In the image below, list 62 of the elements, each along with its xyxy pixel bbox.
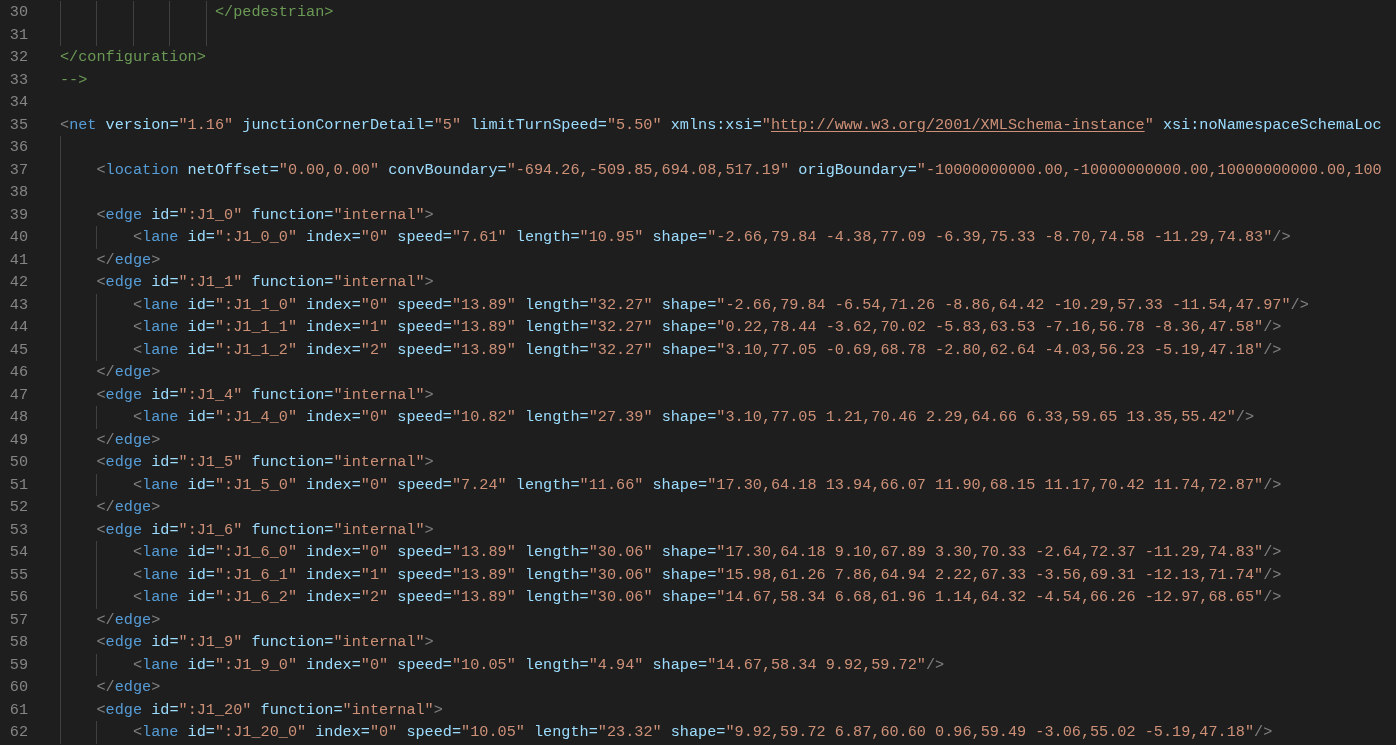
line-number: 62 bbox=[8, 722, 28, 743]
line-number: 55 bbox=[8, 564, 28, 586]
line-number: 52 bbox=[8, 497, 28, 518]
code-line: </edge> bbox=[96, 609, 161, 631]
line-number: 42 bbox=[8, 272, 28, 293]
line-number: 41 bbox=[8, 249, 28, 271]
line-number: 61 bbox=[8, 699, 28, 721]
line-number: 56 bbox=[8, 587, 28, 608]
code-line: <edge id=":J1_4" function="internal"> bbox=[96, 384, 434, 406]
line-number: 32 bbox=[8, 47, 28, 68]
code-line: <lane id=":J1_9_0" index="0" speed="10.05" length="4.94" shape="14.67,58.34 9.92,59.72"/> bbox=[132, 654, 945, 676]
line-number: 58 bbox=[8, 632, 28, 653]
code-line: <lane id=":J1_5_0" index="0" speed="7.24" length="11.66" shape="17.30,64.18 13.94,66.07 11.90,68.15 11.17,70.42 11.74,72.87"/> bbox=[132, 474, 1282, 496]
line-number: 50 bbox=[8, 452, 28, 473]
code-line: <lane id=":J1_1_2" index="2" speed="13.89" length="32.27" shape="3.10,77.05 -0.69,68.78 -2.80,62.64 -4.03,56.23 -5.19,47.18"/> bbox=[132, 339, 1282, 361]
code-line: <net version="1.16" junctionCornerDetail="5" limitTurnSpeed="5.50" xmlns:xsi="http://www.w3.org/2001/XMLSchema-instance" xsi:noNamespaceSchemaLoc bbox=[60, 114, 1382, 136]
line-number: 43 bbox=[8, 294, 28, 316]
line-number: 45 bbox=[8, 339, 28, 361]
line-number: 39 bbox=[8, 204, 28, 226]
code-line: <lane id=":J1_6_1" index="1" speed="13.89" length="30.06" shape="15.98,61.26 7.86,64.94 2.22,67.33 -3.56,69.31 -12.13,71.74"/> bbox=[132, 564, 1282, 586]
code-line: </edge> bbox=[96, 249, 161, 271]
line-number: 34 bbox=[8, 92, 28, 113]
code-line: </edge> bbox=[96, 362, 161, 383]
code-line: </edge> bbox=[96, 677, 161, 698]
code-line: <edge id=":J1_20" function="internal"> bbox=[96, 699, 443, 721]
line-number: 33 bbox=[8, 69, 28, 91]
code-line: --> bbox=[60, 69, 88, 91]
line-number: 31 bbox=[8, 24, 28, 46]
line-number: 48 bbox=[8, 407, 28, 428]
code-line: <edge id=":J1_1" function="internal"> bbox=[96, 272, 434, 293]
code-line: </configuration> bbox=[60, 47, 206, 68]
line-number: 36 bbox=[8, 137, 28, 158]
line-number: 30 bbox=[8, 2, 28, 23]
code-line: <lane id=":J1_0_0" index="0" speed="7.61" length="10.95" shape="-2.66,79.84 -4.38,77.09 -6.39,75.33 -8.70,74.58 -11.29,74.83"/> bbox=[132, 227, 1291, 248]
code-line: <lane id=":J1_1_1" index="1" speed="13.89" length="32.27" shape="0.22,78.44 -3.62,70.02 -5.83,63.53 -7.16,56.78 -8.36,47.58"/> bbox=[132, 317, 1282, 338]
line-number: 35 bbox=[8, 114, 28, 136]
code-line: </edge> bbox=[96, 497, 161, 518]
code-line: <lane id=":J1_1_0" index="0" speed="13.89" length="32.27" shape="-2.66,79.84 -6.54,71.26 -8.86,64.42 -10.29,57.33 -11.54,47.97"/> bbox=[132, 294, 1309, 316]
code-line: <lane id=":J1_20_0" index="0" speed="10.05" length="23.32" shape="9.92,59.72 6.87,60.60 0.96,59.49 -3.06,55.02 -5.19,47.18"/> bbox=[132, 722, 1273, 743]
code-line: <edge id=":J1_9" function="internal"> bbox=[96, 632, 434, 653]
line-number: 53 bbox=[8, 519, 28, 541]
line-number: 38 bbox=[8, 182, 28, 203]
code-line: </edge> bbox=[96, 429, 161, 451]
code-line: <location netOffset="0.00,0.00" convBoundary="-694.26,-509.85,694.08,517.19" origBoundary="-10000000000.00,-10000000000.00,10000000000.00,100 bbox=[96, 159, 1382, 181]
line-number: 60 bbox=[8, 677, 28, 698]
code-line: </pedestrian> bbox=[214, 2, 334, 23]
line-number: 51 bbox=[8, 474, 28, 496]
line-number: 49 bbox=[8, 429, 28, 451]
code-line: <edge id=":J1_6" function="internal"> bbox=[96, 519, 434, 541]
line-number: 44 bbox=[8, 317, 28, 338]
line-number: 57 bbox=[8, 609, 28, 631]
line-number: 46 bbox=[8, 362, 28, 383]
code-line: <lane id=":J1_4_0" index="0" speed="10.82" length="27.39" shape="3.10,77.05 1.21,70.46 2.29,64.66 6.33,59.65 13.35,55.42"/> bbox=[132, 407, 1255, 428]
line-number: 37 bbox=[8, 159, 28, 181]
line-number: 59 bbox=[8, 654, 28, 676]
line-number: 40 bbox=[8, 227, 28, 248]
code-line: <edge id=":J1_5" function="internal"> bbox=[96, 452, 434, 473]
code-line: <edge id=":J1_0" function="internal"> bbox=[96, 204, 434, 226]
code-line: <lane id=":J1_6_0" index="0" speed="13.89" length="30.06" shape="17.30,64.18 9.10,67.89 3.30,70.33 -2.64,72.37 -11.29,74.83"/> bbox=[132, 542, 1282, 563]
line-number: 47 bbox=[8, 384, 28, 406]
code-line: <lane id=":J1_6_2" index="2" speed="13.89" length="30.06" shape="14.67,58.34 6.68,61.96 1.14,64.32 -4.54,66.26 -12.97,68.65"/> bbox=[132, 587, 1282, 608]
line-number: 54 bbox=[8, 542, 28, 563]
